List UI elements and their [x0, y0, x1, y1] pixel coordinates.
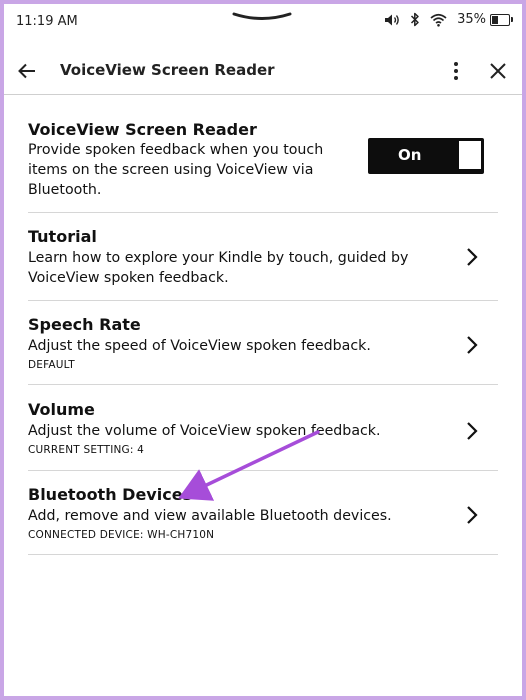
screen: 11:19 AM 35% VoiceView Screen Reader Voi… — [4, 4, 522, 696]
annotation-arrow-icon — [178, 430, 320, 501]
